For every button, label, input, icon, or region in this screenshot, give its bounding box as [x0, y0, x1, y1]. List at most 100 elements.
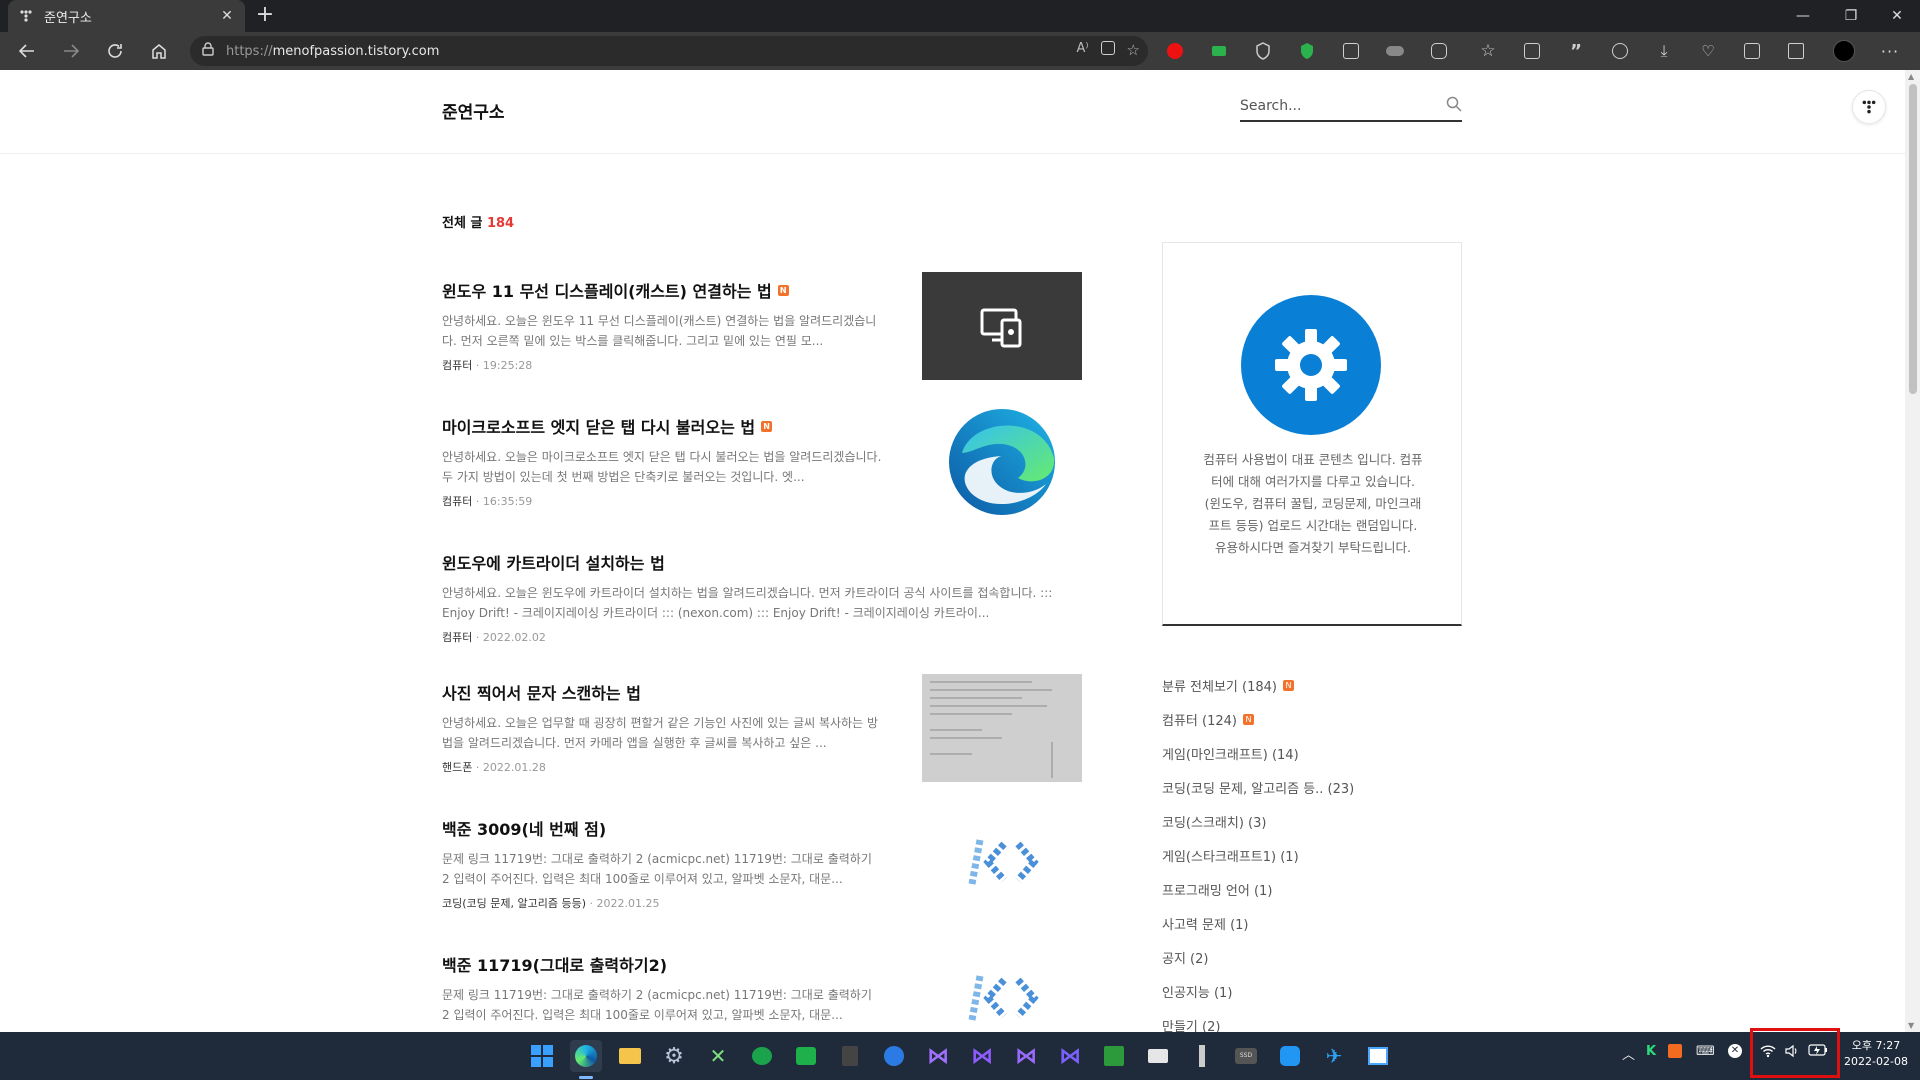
visual-studio-icon-3[interactable]: ⋈ [1010, 1040, 1042, 1072]
windows-taskbar: ⚙ ✕ ⋈ ⋈ ⋈ ⋈ SSD ✈ ︿ K ⌨ ✕ [0, 1032, 1920, 1080]
category-item-all[interactable]: 분류 전체보기 (184) N [1162, 668, 1462, 702]
close-window-button[interactable]: ✕ [1874, 0, 1920, 32]
search-box [1240, 92, 1462, 122]
messaging-icon[interactable] [790, 1040, 822, 1072]
taskbar-clock[interactable]: 오후 7:27 2022-02-08 [1838, 1038, 1914, 1070]
add-favorite-icon[interactable]: ☆ [1127, 41, 1140, 59]
shield-check-icon[interactable] [1295, 39, 1319, 63]
active-app-indicator [579, 1076, 593, 1079]
restore-button[interactable]: ❐ [1828, 0, 1874, 32]
category-item-making[interactable]: 만들기 (2) [1162, 1008, 1462, 1033]
visual-studio-icon-4[interactable]: ⋈ [1054, 1040, 1086, 1072]
post-date: 2022.01.25 [596, 897, 660, 910]
browser-tab[interactable]: 준연구소 ✕ [8, 0, 245, 32]
post-thumbnail[interactable] [922, 946, 1082, 1032]
tistory-favicon-icon [18, 8, 34, 24]
post-title[interactable]: 윈도우에 카트라이더 설치하는 법 [442, 550, 1082, 574]
minimize-button[interactable]: — [1780, 0, 1826, 32]
clock-time: 오후 7:27 [1851, 1039, 1901, 1052]
keyboard-icon[interactable]: ⌨ [1696, 1044, 1715, 1059]
calculator-icon[interactable] [834, 1040, 866, 1072]
gear-icon [1275, 329, 1347, 401]
extension-green-icon[interactable] [1207, 39, 1231, 63]
refresh-button[interactable] [100, 36, 130, 66]
settings-gear-icon[interactable]: ⚙ [658, 1040, 690, 1072]
post-date: 2022.02.02 [482, 631, 546, 644]
post-thumbnail[interactable] [922, 810, 1082, 918]
post-category: 코딩(코딩 문제, 알고리즘 등등) [442, 897, 587, 910]
refresh-icon [108, 44, 122, 58]
visual-studio-icon-2[interactable]: ⋈ [966, 1040, 998, 1072]
start-windows-icon[interactable] [526, 1040, 558, 1072]
file-explorer-icon[interactable] [614, 1040, 646, 1072]
code-brackets-icon [968, 839, 1039, 885]
tray-x-icon[interactable]: ✕ [1728, 1044, 1742, 1058]
visual-studio-icon[interactable]: ⋈ [922, 1040, 954, 1072]
tray-overflow-icon[interactable]: ︿ [1622, 1044, 1635, 1063]
quote-icon[interactable]: ” [1564, 39, 1588, 63]
cast-display-icon [980, 308, 1022, 348]
chat-bubble-icon[interactable] [746, 1040, 778, 1072]
folder-icon[interactable] [1142, 1040, 1174, 1072]
tab-close-icon[interactable]: ✕ [219, 8, 235, 24]
blog-title[interactable]: 준연구소 [442, 98, 505, 123]
category-item-minecraft[interactable]: 게임(마인크래프트) (14) [1162, 736, 1462, 770]
post-excerpt: 안녕하세요. 오늘은 마이크로소프트 엣지 닫은 탭 다시 불러오는 법을 알려… [442, 450, 882, 484]
category-item-thinking[interactable]: 사고력 문제 (1) [1162, 906, 1462, 940]
page-scrollbar[interactable]: ▲ ▼ [1905, 70, 1920, 1032]
back-button[interactable] [12, 36, 42, 66]
spreadsheet-icon[interactable] [1098, 1040, 1130, 1072]
category-list: 분류 전체보기 (184) N 컴퓨터 (124) N 게임(마인크래프트) (14… [1162, 668, 1462, 1032]
more-menu-icon[interactable]: ··· [1878, 39, 1902, 63]
health-heart-icon[interactable]: ♡ [1696, 39, 1720, 63]
app-green-x-icon[interactable]: ✕ [702, 1040, 734, 1072]
search-input[interactable] [1240, 98, 1446, 114]
extension-red-icon[interactable] [1163, 39, 1187, 63]
downloads-icon[interactable]: ⤓ [1652, 39, 1676, 63]
new-tab-button[interactable]: + [252, 3, 278, 29]
category-item-computer[interactable]: 컴퓨터 (124) N [1162, 702, 1462, 736]
category-item-ai[interactable]: 인공지능 (1) [1162, 974, 1462, 1008]
extensions-puzzle-icon[interactable] [1427, 39, 1451, 63]
search-icon[interactable] [1446, 96, 1462, 116]
scrollbar-thumb[interactable] [1909, 84, 1917, 394]
blog-menu-button[interactable] [1852, 90, 1886, 124]
category-item-notice[interactable]: 공지 (2) [1162, 940, 1462, 974]
screenshot-icon[interactable] [1740, 39, 1764, 63]
post-thumbnail[interactable] [922, 272, 1082, 380]
scroll-up-arrow-icon[interactable]: ▲ [1908, 72, 1914, 81]
category-item-programming[interactable]: 프로그래밍 언어 (1) [1162, 872, 1462, 906]
tower-icon[interactable] [1186, 1040, 1218, 1072]
category-item-scratch[interactable]: 코딩(스크래치) (3) [1162, 804, 1462, 838]
post-thumbnail[interactable] [922, 674, 1082, 782]
share-icon[interactable] [1784, 39, 1808, 63]
history-icon[interactable] [1608, 39, 1632, 63]
profile-avatar[interactable] [1832, 39, 1856, 63]
post-excerpt: 문제 링크 11719번: 그대로 출력하기 2 (acmicpc.net) 1… [442, 988, 872, 1022]
immersive-reader-icon[interactable] [1100, 41, 1115, 59]
ssd-icon[interactable]: SSD [1230, 1040, 1262, 1072]
window-app-icon[interactable] [1362, 1040, 1394, 1072]
post-count-label: 전체 글 [442, 216, 483, 231]
category-item-coding[interactable]: 코딩(코딩 문제, 알고리즘 등.. (23) [1162, 770, 1462, 804]
favorites-icon[interactable]: ☆ [1476, 39, 1500, 63]
read-aloud-icon[interactable]: A⁾ [1076, 41, 1088, 59]
post-item[interactable]: 윈도우에 카트라이더 설치하는 법 안녕하세요. 오늘은 윈도우에 카트라이더 … [442, 550, 1082, 660]
copy-extension-icon[interactable] [1339, 39, 1363, 63]
tray-app-orange-icon[interactable] [1668, 1044, 1682, 1058]
skype-icon[interactable] [1274, 1040, 1306, 1072]
shield-icon[interactable] [1251, 39, 1275, 63]
forward-button[interactable] [56, 36, 86, 66]
post-thumbnail[interactable] [922, 408, 1082, 516]
plane-app-icon[interactable]: ✈ [1318, 1040, 1350, 1072]
category-item-starcraft[interactable]: 게임(스타크래프트1) (1) [1162, 838, 1462, 872]
taskbar-edge-icon[interactable] [570, 1040, 602, 1072]
bing-icon[interactable] [878, 1040, 910, 1072]
address-bar[interactable]: https:// menofpassion.tistory.com A⁾ ☆ [190, 36, 1148, 66]
collections-icon[interactable] [1520, 39, 1544, 63]
blog-header: 준연구소 [0, 70, 1905, 154]
cloud-icon[interactable] [1383, 39, 1407, 63]
scroll-down-arrow-icon[interactable]: ▼ [1908, 1021, 1914, 1030]
tray-app-green-icon[interactable]: K [1646, 1044, 1656, 1059]
home-button[interactable] [144, 36, 174, 66]
